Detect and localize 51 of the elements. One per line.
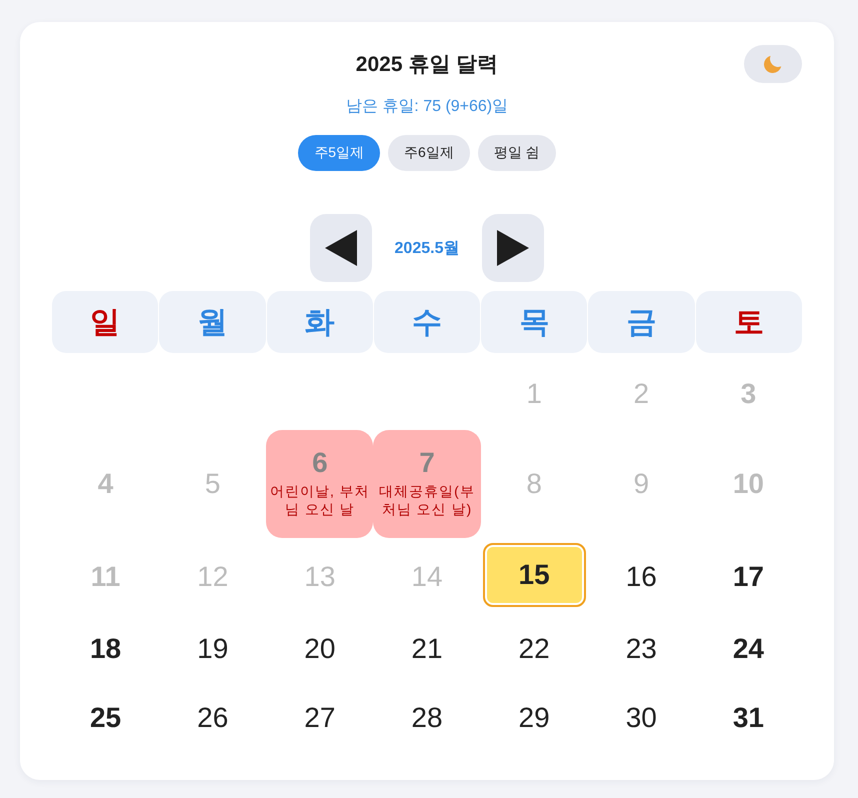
day-number: 19 <box>197 632 228 666</box>
day-number: 1 <box>526 377 542 411</box>
day-number: 10 <box>732 467 764 501</box>
day-number: 11 <box>90 560 120 594</box>
day-number: 9 <box>633 467 650 501</box>
holiday-name: 대체공휴일(부처님 오신 날) <box>378 482 476 518</box>
previous-month-button[interactable] <box>310 214 372 282</box>
day-number: 23 <box>626 632 657 666</box>
triangle-right-icon <box>497 230 529 266</box>
day-number: 28 <box>411 701 443 735</box>
day-number: 31 <box>732 701 764 735</box>
mode-tab[interactable]: 주6일제 <box>388 135 470 171</box>
calendar-title: 2025 휴일 달력 <box>356 52 498 78</box>
day-number: 3 <box>740 377 756 411</box>
crescent-moon-icon <box>764 55 782 73</box>
day-number: 26 <box>197 701 228 735</box>
day-number: 15 <box>518 558 550 592</box>
weekday-header: 월 <box>159 291 266 353</box>
day-number: 24 <box>732 632 764 666</box>
day-number: 27 <box>304 701 336 735</box>
weekday-header: 화 <box>266 291 373 353</box>
day-number: 21 <box>411 632 443 666</box>
day-number: 13 <box>304 560 336 594</box>
weekday-header: 토 <box>696 291 802 353</box>
day-number: 20 <box>304 632 336 666</box>
mode-tab[interactable]: 평일 쉼 <box>478 135 556 171</box>
triangle-left-icon <box>325 230 357 266</box>
weekday-header: 일 <box>52 291 158 353</box>
day-number: 14 <box>411 560 443 594</box>
theme-toggle-button[interactable] <box>744 45 802 83</box>
day-number: 16 <box>626 560 657 594</box>
day-number: 12 <box>197 560 228 594</box>
day-number: 6 <box>312 446 328 480</box>
day-number: 18 <box>90 632 122 666</box>
day-number: 30 <box>626 701 657 735</box>
day-number: 17 <box>732 560 764 594</box>
day-number: 8 <box>526 467 542 501</box>
remaining-holidays-text: 남은 휴일: 75 (9+66)일 <box>344 97 510 117</box>
day-number: 2 <box>633 377 650 411</box>
holiday-name: 어린이날, 부처님 오신 날 <box>268 482 371 518</box>
day-number: 5 <box>204 467 220 501</box>
day-number: 4 <box>98 467 114 501</box>
next-month-button[interactable] <box>482 214 544 282</box>
day-number: 25 <box>90 701 122 735</box>
day-number: 22 <box>518 632 550 666</box>
weekday-header: 수 <box>374 291 480 353</box>
weekday-header: 금 <box>588 291 695 353</box>
month-label: 2025.5월 <box>394 238 460 258</box>
day-number: 29 <box>518 701 550 735</box>
day-number: 7 <box>419 446 435 480</box>
weekday-header: 목 <box>481 291 588 353</box>
